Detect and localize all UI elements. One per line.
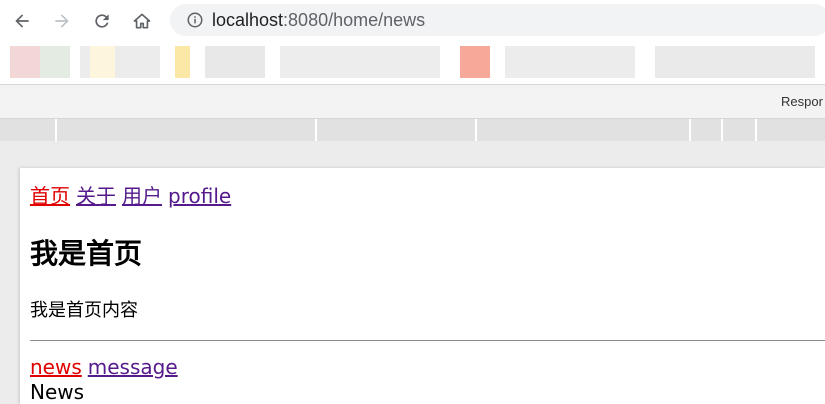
back-button[interactable] — [9, 8, 35, 34]
page-heading: 我是首页 — [30, 237, 143, 270]
reload-icon — [95, 14, 109, 28]
ruler-segment[interactable] — [477, 119, 691, 141]
nav-link-about[interactable]: 关于 — [76, 184, 116, 208]
bookmark-item[interactable] — [10, 46, 40, 78]
address-path: :8080/home/news — [283, 10, 426, 30]
bookmark-item[interactable] — [505, 46, 635, 78]
sub-link-news[interactable]: news — [30, 355, 82, 379]
devtools-toolbar: Respor — [0, 84, 825, 119]
page-content: 首页 关于 用户 profile 我是首页 我是首页内容 news message Ne… — [20, 168, 825, 404]
bookmark-item[interactable] — [205, 46, 265, 78]
nav-link-profile[interactable]: profile — [168, 184, 231, 208]
ruler-segment[interactable] — [0, 119, 57, 141]
sub-link-message[interactable]: message — [88, 355, 178, 379]
sub-view-content: News — [30, 380, 85, 404]
nav-link-home[interactable]: 首页 — [30, 184, 70, 208]
divider — [30, 340, 825, 341]
bookmark-item[interactable] — [175, 46, 190, 78]
bookmark-item[interactable] — [280, 46, 440, 78]
home-icon — [133, 13, 151, 29]
back-arrow-icon — [15, 14, 29, 28]
browser-toolbar: localhost:8080/home/news — [0, 0, 825, 40]
info-icon[interactable] — [186, 11, 204, 29]
bookmark-item[interactable] — [90, 46, 115, 78]
sub-nav: news message — [30, 355, 184, 379]
ruler-segment[interactable] — [691, 119, 723, 141]
address-host: localhost — [212, 10, 284, 30]
bookmark-item[interactable] — [460, 46, 490, 78]
address-text: localhost:8080/home/news — [212, 10, 425, 31]
bookmark-item[interactable] — [40, 46, 70, 78]
ruler-segment[interactable] — [317, 119, 477, 141]
forward-arrow-icon — [55, 14, 69, 28]
forward-button[interactable] — [49, 8, 75, 34]
bookmark-item[interactable] — [655, 46, 815, 78]
bookmarks-bar — [0, 40, 825, 84]
home-button[interactable] — [129, 8, 155, 34]
nav-link-user[interactable]: 用户 — [122, 184, 162, 208]
ruler-segment[interactable] — [57, 119, 317, 141]
main-nav: 首页 关于 用户 profile — [30, 180, 237, 209]
page-paragraph: 我是首页内容 — [30, 300, 138, 321]
device-ruler — [0, 119, 825, 141]
reload-button[interactable] — [89, 8, 115, 34]
ruler-segment[interactable] — [723, 119, 757, 141]
responsive-label[interactable]: Respor — [781, 94, 823, 109]
address-bar[interactable]: localhost:8080/home/news — [170, 4, 825, 36]
